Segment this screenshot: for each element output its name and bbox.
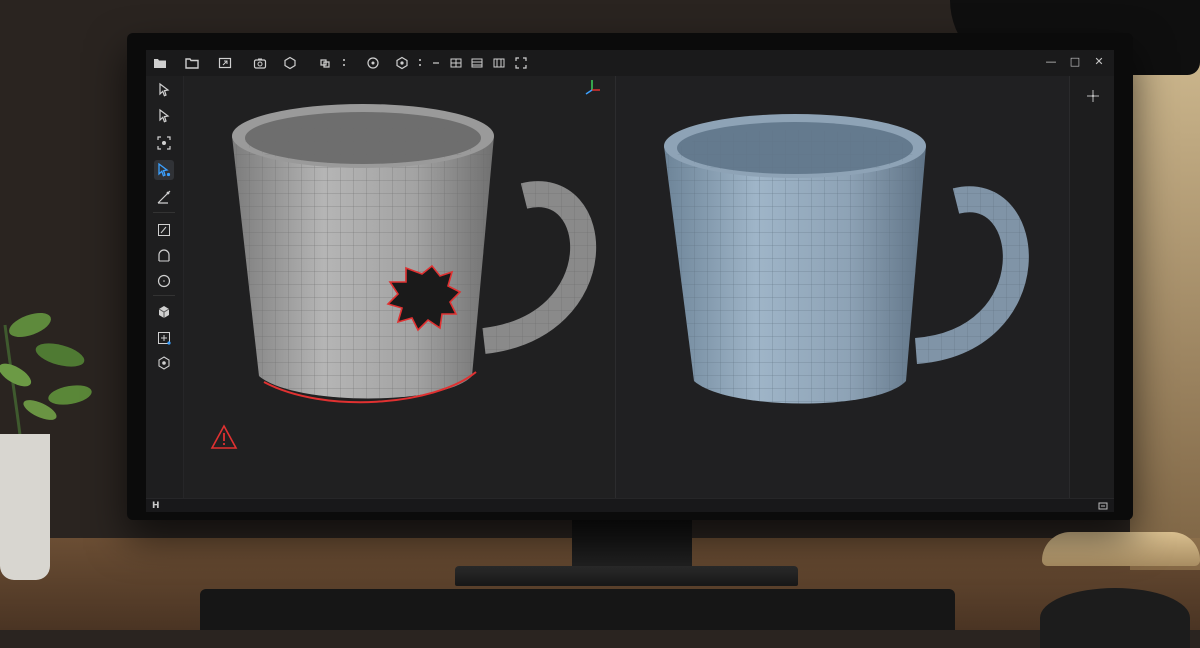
close-button[interactable]: ✕ — [1091, 54, 1107, 70]
axis-gizmo-icon — [585, 80, 600, 95]
lamp-base — [1042, 532, 1200, 566]
lamp-glow — [1130, 60, 1200, 570]
left-toolbar — [146, 76, 184, 498]
photo-scene: — □ ✕ H — [0, 0, 1200, 648]
select-icon[interactable] — [154, 80, 174, 100]
maximize-button[interactable]: □ — [1067, 54, 1083, 70]
minus-icon[interactable] — [428, 55, 444, 71]
broken-mug-model — [210, 80, 600, 449]
right-viewport[interactable] — [616, 76, 1069, 498]
select-active-icon[interactable] — [154, 160, 174, 180]
target-icon[interactable] — [365, 55, 381, 71]
status-bar: H — [146, 498, 1114, 512]
mouse — [1040, 588, 1190, 648]
resize-corner-icon[interactable] — [1098, 501, 1108, 511]
export-icon[interactable] — [217, 55, 233, 71]
app-window: — □ ✕ H — [146, 50, 1114, 512]
folder-icon[interactable] — [184, 55, 200, 71]
more-vertical-icon[interactable] — [412, 55, 428, 71]
monitor-base — [455, 566, 798, 586]
arch-icon[interactable] — [154, 245, 174, 265]
warning-icon[interactable] — [210, 424, 238, 449]
frame-icon[interactable] — [513, 55, 529, 71]
plant-decoration — [0, 312, 92, 436]
left-viewport[interactable] — [184, 76, 615, 498]
minimize-button[interactable]: — — [1043, 54, 1059, 70]
grid-c-icon[interactable] — [491, 55, 507, 71]
camera-icon[interactable] — [252, 55, 268, 71]
sidebar-divider — [153, 212, 175, 213]
measure-icon[interactable] — [154, 187, 174, 207]
grid-b-icon[interactable] — [469, 55, 485, 71]
circle-icon[interactable] — [154, 271, 174, 291]
axis-gizmo-icon — [1087, 90, 1099, 102]
cube-icon[interactable] — [154, 302, 174, 322]
plant-pot — [0, 434, 50, 580]
cube-link-icon[interactable] — [317, 55, 333, 71]
grid-a-icon[interactable] — [448, 55, 464, 71]
hexagon-icon[interactable] — [282, 55, 298, 71]
more-vertical-icon[interactable] — [336, 55, 352, 71]
right-panel — [1069, 76, 1114, 498]
status-label: H — [152, 501, 160, 511]
focus-icon[interactable] — [154, 133, 174, 153]
keyboard — [200, 589, 955, 630]
gear-icon[interactable] — [394, 55, 410, 71]
sketch-icon[interactable] — [154, 220, 174, 240]
monitor: — □ ✕ H — [127, 33, 1133, 520]
add-icon[interactable] — [154, 328, 174, 348]
open-folder-icon[interactable] — [152, 55, 168, 71]
repaired-mug-model — [664, 114, 1029, 404]
gear-circle-icon[interactable] — [154, 353, 174, 373]
top-toolbar: — □ ✕ — [146, 50, 1114, 77]
select-alt-icon[interactable] — [154, 106, 174, 126]
sidebar-divider — [153, 295, 175, 296]
